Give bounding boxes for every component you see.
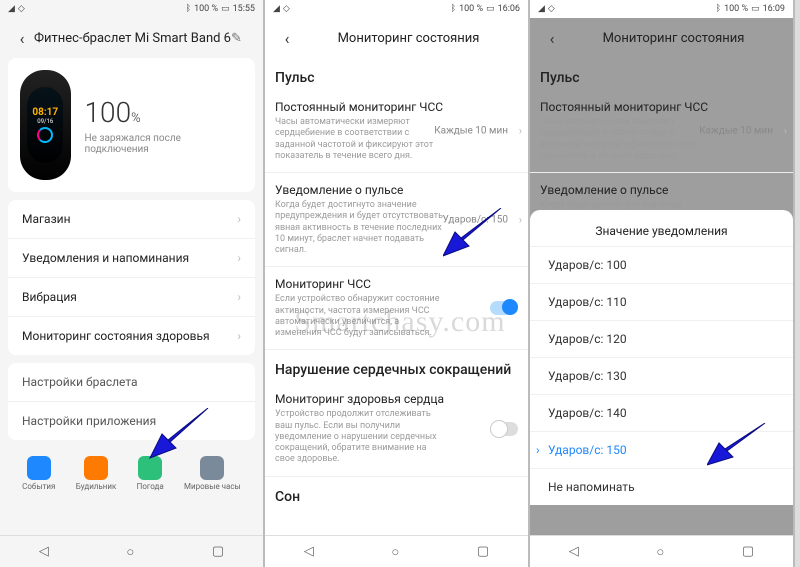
phone-screen-1: ◢ ◇ ᛒ 100 % ▭ 15:55 ‹ Фитнес-браслет Mi … (0, 0, 265, 567)
battery-icon: ▭ (751, 4, 760, 14)
alarm-icon (84, 456, 108, 480)
nav-back-icon[interactable]: ◁ (569, 544, 579, 559)
sheet-option-100[interactable]: Ударов/с: 100 (530, 246, 793, 283)
chevron-right-icon: › (519, 213, 522, 226)
nav-home-icon[interactable]: ○ (126, 544, 134, 560)
content: 08:17 09/16 100% Не заряжался после подк… (0, 58, 263, 535)
phone-screen-2: ◢◇ ᛒ100 %▭16:06 ‹ Мониторинг состояния П… (265, 0, 530, 567)
sheet-option-150[interactable]: Ударов/с: 150 (530, 431, 793, 468)
signal-icon: ◢ (8, 4, 15, 14)
edit-icon[interactable]: ✎ (231, 31, 253, 46)
wifi-icon: ◇ (18, 4, 25, 14)
setting-value: Каждые 10 мин (434, 126, 508, 137)
page-title: Мониторинг состояния (299, 31, 518, 46)
menu-group-2: Настройки браслета Настройки приложения (8, 363, 255, 440)
nav-back-icon[interactable]: ◁ (39, 544, 49, 559)
signal-icon: ◢ (538, 4, 545, 14)
status-bar: ◢◇ ᛒ100 %▭16:09 (530, 0, 793, 18)
toggle-hr-monitoring[interactable] (490, 301, 518, 315)
setting-hr-alert[interactable]: Уведомление о пульсе Когда будет достигн… (265, 173, 528, 267)
header: ‹ Фитнес-браслет Mi Smart Band 6 ✎ (0, 18, 263, 58)
battery-percent: 100 (85, 96, 132, 129)
shortcut-worldclock[interactable]: Мировые часы (184, 456, 241, 491)
section-heading-sleep: Сон (265, 477, 528, 509)
page-title: Мониторинг состояния (564, 31, 783, 46)
sheet-option-120[interactable]: Ударов/с: 120 (530, 320, 793, 357)
menu-item-store[interactable]: Магазин› (8, 200, 255, 239)
section-heading-arrhythmia: Нарушение сердечных сокращений (265, 350, 528, 382)
battery-icon: ▭ (221, 4, 230, 14)
wifi-icon: ◇ (548, 4, 555, 14)
back-button[interactable]: ‹ (275, 29, 299, 48)
header: ‹ Мониторинг состояния (265, 18, 528, 58)
menu-item-vibration[interactable]: Вибрация› (8, 278, 255, 317)
menu-group-1: Магазин› Уведомления и напоминания› Вибр… (8, 200, 255, 355)
battery-text: 100 % (194, 4, 218, 14)
charge-status: Не заряжался после подключения (85, 133, 244, 155)
back-button[interactable]: ‹ (540, 29, 564, 48)
nav-back-icon[interactable]: ◁ (304, 544, 314, 559)
bluetooth-icon: ᛒ (186, 4, 191, 14)
nav-home-icon[interactable]: ○ (656, 544, 664, 560)
sheet-option-140[interactable]: Ударов/с: 140 (530, 394, 793, 431)
shortcut-alarm[interactable]: Будильник (76, 456, 117, 491)
system-nav: ◁ ○ ▢ (530, 535, 793, 567)
weather-icon (138, 456, 162, 480)
shortcut-events[interactable]: События (22, 456, 55, 491)
nav-recent-icon[interactable]: ▢ (212, 544, 224, 559)
content: Пульс Постоянный мониторинг ЧСС Часы авт… (265, 58, 528, 535)
status-bar: ◢ ◇ ᛒ 100 % ▭ 15:55 (0, 0, 263, 18)
chevron-right-icon: › (237, 329, 241, 343)
shortcut-weather[interactable]: Погода (137, 456, 164, 491)
signal-icon: ◢ (273, 4, 280, 14)
setting-constant-hr-monitor[interactable]: Постоянный мониторинг ЧСС Часы автоматич… (265, 90, 528, 173)
menu-item-notifications[interactable]: Уведомления и напоминания› (8, 239, 255, 278)
sheet-option-dont-remind[interactable]: Не напоминать (530, 468, 793, 505)
menu-item-band-settings[interactable]: Настройки браслета (8, 363, 255, 402)
section-heading-pulse: Пульс (265, 58, 528, 90)
chevron-right-icon: › (237, 290, 241, 304)
menu-item-health-monitoring[interactable]: Мониторинг состояния здоровья› (8, 317, 255, 355)
bluetooth-icon: ᛒ (716, 4, 721, 14)
system-nav: ◁ ○ ▢ (0, 535, 263, 567)
page-title: Фитнес-браслет Mi Smart Band 6 (34, 31, 231, 46)
chevron-right-icon: › (519, 125, 522, 138)
activity-ring-icon (37, 127, 53, 143)
toggle-heart-health[interactable] (490, 422, 518, 436)
bottom-sheet: Значение уведомления Ударов/с: 100 Ударо… (530, 210, 793, 505)
nav-recent-icon[interactable]: ▢ (742, 544, 754, 559)
device-image: 08:17 09/16 (20, 70, 71, 180)
setting-heart-health-toggle: Мониторинг здоровья сердца Устройство пр… (265, 382, 528, 476)
sheet-option-130[interactable]: Ударов/с: 130 (530, 357, 793, 394)
bulb-icon (27, 456, 51, 480)
chevron-right-icon: › (237, 212, 241, 226)
setting-value: Ударов/с: 150 (442, 214, 508, 225)
sheet-title: Значение уведомления (530, 216, 793, 246)
sheet-option-110[interactable]: Ударов/с: 110 (530, 283, 793, 320)
bluetooth-icon: ᛒ (451, 4, 456, 14)
nav-recent-icon[interactable]: ▢ (477, 544, 489, 559)
status-bar: ◢◇ ᛒ100 %▭16:06 (265, 0, 528, 18)
clock-text: 15:55 (233, 4, 255, 14)
system-nav: ◁ ○ ▢ (265, 535, 528, 567)
menu-item-app-settings[interactable]: Настройки приложения (8, 402, 255, 440)
back-button[interactable]: ‹ (10, 29, 34, 48)
chevron-right-icon: › (237, 251, 241, 265)
phone-screen-3: ◢◇ ᛒ100 %▭16:09 ‹ Мониторинг состояния П… (530, 0, 795, 567)
nav-home-icon[interactable]: ○ (391, 544, 399, 560)
setting-hr-monitoring-toggle: Мониторинг ЧСС Если устройство обнаружит… (265, 267, 528, 350)
wifi-icon: ◇ (283, 4, 290, 14)
shortcut-row: События Будильник Погода Мировые часы (8, 448, 255, 495)
device-hero: 08:17 09/16 100% Не заряжался после подк… (8, 58, 255, 192)
battery-icon: ▭ (486, 4, 495, 14)
globe-icon (200, 456, 224, 480)
